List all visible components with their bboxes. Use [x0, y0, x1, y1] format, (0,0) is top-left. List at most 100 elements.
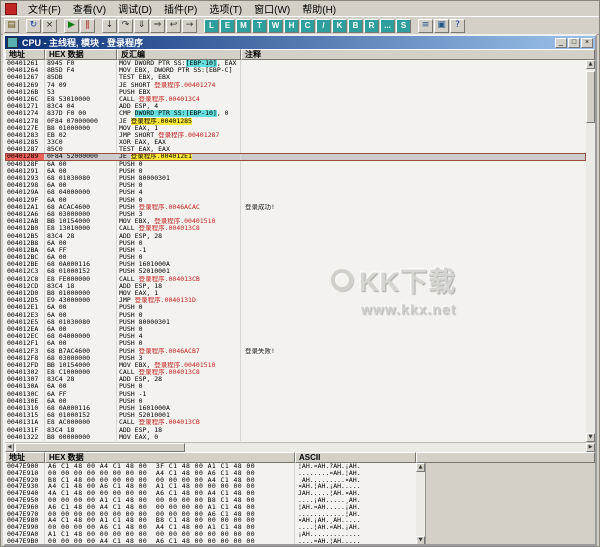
menu-window[interactable]: 窗口(W) — [248, 0, 296, 17]
help-button[interactable]: ? — [450, 19, 465, 33]
close-program-button[interactable]: × — [42, 19, 57, 33]
options-button[interactable]: ≡ — [418, 19, 433, 33]
menu-options[interactable]: 选项(T) — [203, 0, 248, 17]
minimize-button[interactable]: _ — [555, 38, 567, 48]
animate-into-button[interactable]: ⇓ — [134, 19, 149, 33]
dump-row[interactable]: 0047E920B8 C1 48 00 00 00 00 00 00 00 00… — [5, 477, 416, 484]
disasm-row[interactable]: 0040129F6A 00PUSH 0 — [5, 197, 586, 204]
dump-row[interactable]: 0047E930A4 C1 48 00 A6 C1 48 00 A1 C1 48… — [5, 483, 416, 490]
disasm-row[interactable]: 0040131068 0A000116PUSH 1601000A — [5, 405, 586, 412]
disasm-row[interactable]: 0040126974 09JE SHORT 登录程序.00401274 — [5, 82, 586, 89]
step-over-button[interactable]: ↷ — [118, 19, 133, 33]
run-button[interactable]: ▶ — [64, 19, 79, 33]
disasm-row[interactable]: 0040126B53PUSH EBX — [5, 89, 586, 96]
dump-row[interactable]: 0047E960A6 C1 48 00 A4 C1 48 00 00 00 00… — [5, 504, 416, 511]
memory-window-button[interactable]: M — [236, 19, 251, 33]
open-button[interactable]: ▤ — [4, 19, 19, 33]
disasm-row[interactable]: 004012FDBB 10154000MOV EBX, 登录程序.0040151… — [5, 362, 586, 369]
disasm-row[interactable]: 004012BC6A 00PUSH 0 — [5, 254, 586, 261]
disasm-row[interactable]: 0040128785C0TEST EAX, EAX — [5, 146, 586, 153]
disasm-row[interactable]: 004012890F84 52000000JE 登录程序.004012E1 — [5, 153, 586, 160]
windows-window-button[interactable]: W — [268, 19, 283, 33]
scroll-left-button[interactable]: ◀ — [5, 443, 14, 452]
references-window-button[interactable]: R — [364, 19, 379, 33]
disasm-row[interactable]: 0040127183C4 04ADD ESP, 4 — [5, 103, 586, 110]
run-trace-window-button[interactable]: ... — [380, 19, 395, 33]
call-stack-window-button[interactable]: K — [332, 19, 347, 33]
breakpoints-window-button[interactable]: B — [348, 19, 363, 33]
disasm-row[interactable]: 0040130A6A 00PUSH 0 — [5, 383, 586, 390]
exec-till-return-button[interactable]: ↩ — [166, 19, 181, 33]
disasm-hscrollbar-thumb[interactable] — [15, 443, 185, 452]
menu-debug[interactable]: 调试(D) — [112, 0, 158, 17]
disasm-row[interactable]: 004012F16A 00PUSH 0 — [5, 340, 586, 347]
cpu-window-button[interactable]: C — [300, 19, 315, 33]
scroll-down-button[interactable]: ▼ — [586, 433, 595, 442]
disasm-row[interactable]: 00401302E8 C1000000CALL 登录程序.004013C8 — [5, 369, 586, 376]
disasm-row[interactable]: 004012C368 01000152PUSH 52010001 — [5, 268, 586, 275]
disasm-row[interactable]: 0040128533C0XOR EAX, EAX — [5, 139, 586, 146]
patches-window-button[interactable]: / — [316, 19, 331, 33]
disasm-row[interactable]: 004012A168 ACAC4600PUSH 登录程序.0046ACAC登录成… — [5, 204, 586, 211]
disasm-row[interactable]: 004012D0B8 01000000MOV EAX, 1 — [5, 290, 586, 297]
disasm-row[interactable]: 0040130783C4 28ADD ESP, 28 — [5, 376, 586, 383]
disasm-row[interactable]: 0040131AE8 AC000000CALL 登录程序.004013CB — [5, 419, 586, 426]
disasm-row[interactable]: 004012B583C4 28ADD ESP, 28 — [5, 233, 586, 240]
disasm-row[interactable]: 004012A668 03000000PUSH 3 — [5, 211, 586, 218]
dump-row[interactable]: 0047E97000 00 00 00 00 00 00 00 00 00 00… — [5, 511, 416, 518]
dump-row[interactable]: 0047E9A0A1 C1 48 00 00 00 00 00 00 00 00… — [5, 531, 416, 538]
close-button[interactable]: × — [581, 38, 593, 48]
menu-help[interactable]: 帮助(H) — [296, 0, 342, 17]
disasm-row[interactable]: 0040126785DBTEST EBX, EBX — [5, 74, 586, 81]
pause-button[interactable]: ‖ — [80, 19, 95, 33]
disasm-row[interactable]: 004012BE68 0A000116PUSH 1601000A — [5, 261, 586, 268]
disasm-row[interactable]: 0040129A68 04000000PUSH 4 — [5, 189, 586, 196]
log-window-button[interactable]: L — [204, 19, 219, 33]
disasm-row[interactable]: 0040130E6A 00PUSH 0 — [5, 398, 586, 405]
disasm-row[interactable]: 004012B86A 00PUSH 0 — [5, 240, 586, 247]
disasm-row[interactable]: 0040128F6A 00PUSH 0 — [5, 161, 586, 168]
disasm-hscrollbar[interactable]: ◀ ▶ — [5, 442, 595, 452]
disasm-row[interactable]: 00401322B8 00000000MOV EAX, 0 — [5, 434, 586, 441]
menu-view[interactable]: 查看(V) — [67, 0, 112, 17]
disasm-row[interactable]: 004012EA6A 00PUSH 0 — [5, 326, 586, 333]
maximize-button[interactable]: □ — [568, 38, 580, 48]
dump-vscrollbar[interactable]: ▲ ▼ — [416, 463, 425, 545]
disasm-row[interactable]: 004012E568 01030080PUSH 80000301 — [5, 319, 586, 326]
handles-window-button[interactable]: H — [284, 19, 299, 33]
menu-file[interactable]: 文件(F) — [22, 0, 67, 17]
disasm-row[interactable]: 0040131F83C4 18ADD ESP, 18 — [5, 427, 586, 434]
disasm-row[interactable]: 004012C8E8 FE000000CALL 登录程序.004013CB — [5, 276, 586, 283]
executables-window-button[interactable]: E — [220, 19, 235, 33]
dump-scroll-down-button[interactable]: ▼ — [416, 536, 425, 545]
dump-scroll-up-button[interactable]: ▲ — [416, 463, 425, 472]
dump-row[interactable]: 0047E91000 00 00 00 00 00 00 00 A4 C1 48… — [5, 470, 416, 477]
disasm-row[interactable]: 0040130C6A FFPUSH -1 — [5, 391, 586, 398]
cpu-title-bar[interactable]: CPU - 主线程, 模块 - 登录程序 _ □ × — [5, 36, 595, 49]
disasm-row[interactable]: 004012ABBB 10154000MOV EBX, 登录程序.0040151… — [5, 218, 586, 225]
restart-button[interactable]: ↻ — [26, 19, 41, 33]
animate-over-button[interactable]: ⇒ — [150, 19, 165, 33]
disasm-row[interactable]: 004012916A 00PUSH 0 — [5, 168, 586, 175]
step-into-button[interactable]: ↓ — [102, 19, 117, 33]
disasm-row[interactable]: 004012CD83C4 18ADD ESP, 18 — [5, 283, 586, 290]
menu-plugins[interactable]: 插件(P) — [158, 0, 203, 17]
disasm-row[interactable]: 004012F868 03000000PUSH 3 — [5, 355, 586, 362]
dump-row[interactable]: 0047E9404A C1 48 00 00 00 00 00 A6 C1 48… — [5, 490, 416, 497]
scroll-right-button[interactable]: ▶ — [586, 443, 595, 452]
disasm-row[interactable]: 004012EC68 04000000PUSH 4 — [5, 333, 586, 340]
dump-row[interactable]: 0047E9B000 00 00 00 A4 C1 48 00 A6 C1 48… — [5, 538, 416, 545]
dump-row[interactable]: 0047E900A6 C1 48 00 A4 C1 48 00 3F C1 48… — [5, 463, 416, 470]
go-to-address-button[interactable]: → — [182, 19, 197, 33]
disasm-row[interactable]: 0040127EB8 01000000MOV EAX, 1 — [5, 125, 586, 132]
source-window-button[interactable]: S — [396, 19, 411, 33]
appearance-button[interactable]: ▣ — [434, 19, 449, 33]
disasm-row[interactable]: 004012E36A 00PUSH 0 — [5, 312, 586, 319]
scroll-up-button[interactable]: ▲ — [586, 60, 595, 69]
threads-window-button[interactable]: T — [252, 19, 267, 33]
disasm-row[interactable]: 004012648B5D F4MOV EBX, DWORD PTR SS:[EB… — [5, 67, 586, 74]
disasm-row[interactable]: 0040129368 01030080PUSH 80000301 — [5, 175, 586, 182]
disasm-row[interactable]: 004012618945 F0MOV DWORD PTR SS:[EBP-10]… — [5, 60, 586, 67]
dump-row[interactable]: 0047E980A4 C1 48 00 A1 C1 48 00 B8 C1 48… — [5, 517, 416, 524]
disasm-row[interactable]: 0040126CE8 53010000CALL 登录程序.004013C4 — [5, 96, 586, 103]
